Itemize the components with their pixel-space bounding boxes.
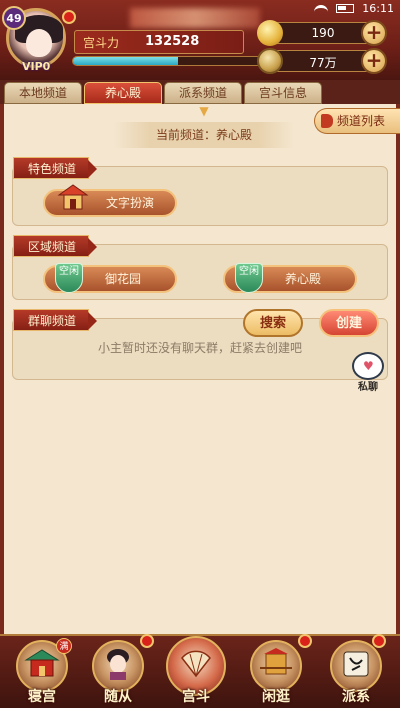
- search-button[interactable]: 搜索: [243, 309, 303, 337]
- imperial-garden-channel-button[interactable]: 空闲 御花园: [43, 263, 177, 293]
- nav-palace-fight-label: 宫斗: [182, 689, 210, 705]
- coin-currency: 77万 +: [257, 48, 387, 74]
- chevron-down-icon: ▼: [199, 104, 209, 118]
- gold-currency: 190 +: [257, 20, 387, 46]
- fan-icon: [181, 650, 211, 678]
- notification-dot: [298, 634, 312, 648]
- bottom-nav: 满 寝宫 随从 宫斗 闲逛 派系: [0, 634, 400, 708]
- nav-bedchamber[interactable]: 满 寝宫: [6, 636, 78, 708]
- idle-status-badge: 空闲: [55, 263, 83, 293]
- regional-section-title: 区域频道: [13, 235, 98, 257]
- faction-icon: [343, 651, 369, 677]
- notification-dot: [140, 634, 154, 648]
- add-gold-button[interactable]: +: [361, 20, 387, 46]
- nav-stroll[interactable]: 闲逛: [240, 634, 312, 708]
- channel-list-button[interactable]: 频道列表: [314, 108, 400, 134]
- create-group-button[interactable]: 创建: [319, 309, 379, 337]
- tab-faction-channel[interactable]: 派系频道: [164, 82, 242, 104]
- featured-section-title: 特色频道: [13, 157, 98, 179]
- group-chat-section-title: 群聊频道: [13, 309, 98, 331]
- nav-faction[interactable]: 派系: [320, 634, 392, 708]
- private-chat-button[interactable]: ♥ 私聊: [350, 352, 386, 393]
- empty-group-message: 小主暂时还没有聊天群，赶紧去创建吧: [97, 341, 302, 355]
- group-chat-section: 群聊频道 搜索 创建 小主暂时还没有聊天群，赶紧去创建吧: [12, 309, 388, 380]
- full-badge: 满: [56, 638, 72, 654]
- roleplay-channel-button[interactable]: 文字扮演: [43, 184, 177, 217]
- yangxin-hall-label: 养心殿: [284, 272, 321, 286]
- power-label: 宫斗力: [83, 36, 120, 50]
- battery-icon: [336, 4, 355, 13]
- tab-yangxin-hall[interactable]: 养心殿: [84, 82, 162, 104]
- gold-ingot-icon: [257, 20, 283, 46]
- avatar-face: [26, 29, 52, 57]
- nav-palace-fight[interactable]: 宫斗: [160, 636, 232, 708]
- copper-coin-icon: [257, 48, 283, 74]
- yangxin-hall-channel-button[interactable]: 空闲 养心殿: [223, 263, 357, 293]
- exp-bar: [72, 56, 262, 66]
- sedan-chair-icon: [260, 648, 292, 675]
- nav-attendants-label: 随从: [104, 689, 132, 705]
- notification-dot: [372, 634, 386, 648]
- tab-palace-info[interactable]: 宫斗信息: [244, 82, 322, 104]
- pavilion-icon: [57, 184, 89, 210]
- featured-section: 特色频道 文字扮演: [12, 157, 388, 226]
- vip-label: VIP0: [22, 60, 51, 73]
- channel-list-label: 频道列表: [337, 114, 386, 128]
- channel-tabs: 本地频道 养心殿 派系频道 宫斗信息: [0, 80, 400, 104]
- power-box: 宫斗力 132528: [74, 30, 244, 54]
- regional-section: 区域频道 空闲 御花园 空闲 养心殿: [12, 235, 388, 300]
- heart-icon: ♥: [363, 359, 374, 373]
- nav-stroll-label: 闲逛: [262, 689, 290, 705]
- nav-faction-label: 派系: [342, 689, 370, 705]
- main-panel: ▼ 当前频道：养心殿 频道列表 特色频道 文字扮演 区域频道 空闲 御花园 空闲…: [0, 104, 400, 634]
- gold-value: 190: [311, 26, 335, 40]
- nav-bedchamber-label: 寝宫: [28, 689, 56, 705]
- add-coin-button[interactable]: +: [361, 48, 387, 74]
- idle-status-badge: 空闲: [235, 263, 263, 293]
- wifi-icon: [314, 4, 329, 13]
- roleplay-channel-label: 文字扮演: [105, 196, 154, 210]
- tab-local-channel[interactable]: 本地频道: [4, 82, 82, 104]
- palace-icon: [24, 649, 60, 677]
- current-channel-label: 当前频道：养心殿: [114, 122, 294, 148]
- coin-value: 77万: [309, 56, 337, 70]
- nav-attendants[interactable]: 随从: [82, 634, 154, 708]
- tag-icon: [321, 114, 333, 128]
- status-bar: 16:11: [0, 0, 400, 18]
- attendant-icon: [107, 649, 129, 680]
- private-chat-label: 私聊: [358, 382, 378, 393]
- power-value: 132528: [145, 34, 200, 49]
- exp-fill: [73, 57, 179, 65]
- status-time: 16:11: [362, 2, 394, 15]
- imperial-garden-label: 御花园: [104, 272, 141, 286]
- chat-bubble-icon: ♥: [352, 352, 384, 380]
